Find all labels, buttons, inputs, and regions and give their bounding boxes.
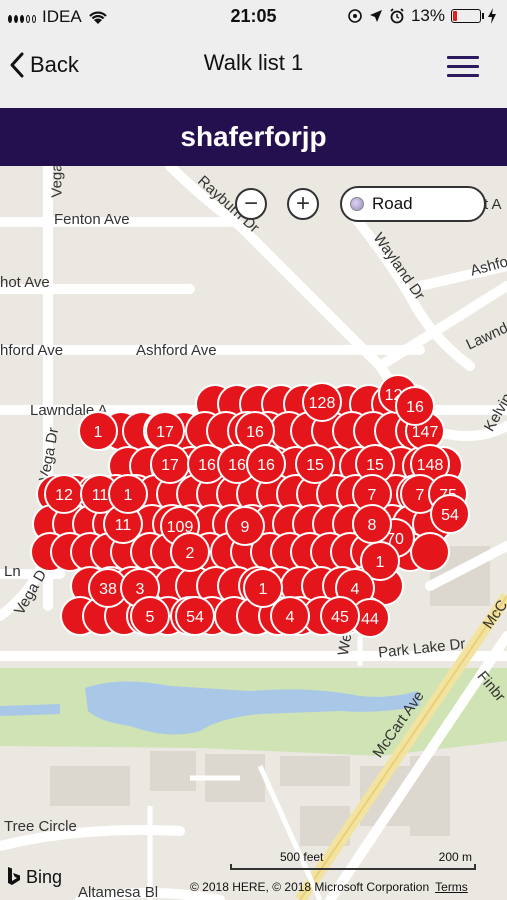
copyright-text: © 2018 HERE, © 2018 Microsoft Corporatio… — [190, 880, 430, 894]
map-pin-label: 4 — [286, 609, 295, 626]
map-pin-label: 16 — [246, 424, 264, 441]
map-pin-4[interactable]: 4 — [270, 596, 310, 636]
map-pin-16[interactable]: 16 — [246, 444, 286, 484]
bing-icon — [8, 867, 20, 885]
map-style-select[interactable]: Road — [340, 186, 486, 222]
map-pin-label: 128 — [309, 395, 336, 412]
map-pin-label: 11 — [92, 487, 109, 504]
battery-level — [453, 11, 457, 21]
map-copyright: © 2018 HERE, © 2018 Microsoft Corporatio… — [190, 880, 468, 894]
map-pin-label: 44 — [361, 611, 379, 628]
map-view[interactable]: Fenton Ave Rayburn Dr Wayland Dr hot Ave… — [0, 166, 507, 900]
zoom-out-button[interactable]: − — [235, 188, 267, 220]
map-pin-label: 7 — [368, 487, 377, 504]
map-pin-label: 7 — [416, 487, 425, 504]
map-pin-54[interactable]: 54 — [175, 596, 215, 636]
map-pin-17[interactable]: 17 — [150, 444, 190, 484]
map-pin-label: 16 — [257, 457, 275, 474]
map-pin-label: 54 — [186, 609, 204, 626]
bing-logo: Bing — [6, 866, 62, 888]
map-pin-54[interactable]: 54 — [430, 494, 470, 534]
map-pin-1[interactable]: 1 — [108, 474, 148, 514]
zoom-in-button[interactable]: + — [287, 188, 319, 220]
map-pin-128[interactable]: 128 — [302, 382, 342, 422]
hamburger-icon — [447, 56, 479, 59]
location-icon — [348, 9, 362, 23]
map-pin-45[interactable]: 45 — [320, 596, 360, 636]
map-pin-label: 9 — [241, 519, 250, 536]
scale-meters: 200 m — [438, 850, 472, 864]
map-pin-label: 147 — [412, 424, 439, 441]
map-pin-label: 1 — [94, 424, 103, 441]
map-pin-9[interactable]: 9 — [225, 506, 265, 546]
phone-screen: IDEA 21:05 13% Back Walk list 1 shaferfo… — [0, 0, 507, 900]
map-pin-label: 15 — [366, 457, 384, 474]
scale-bar — [230, 864, 476, 870]
map-pin-label: 11 — [115, 517, 132, 534]
map-pin-label: 15 — [306, 457, 324, 474]
map-pin-label: 16 — [198, 457, 216, 474]
status-right: 13% — [347, 6, 497, 26]
page-title: Walk list 1 — [203, 50, 304, 75]
map-pin-16[interactable]: 16 — [395, 386, 435, 426]
map-scale: 500 feet 200 m — [230, 850, 476, 870]
map-pin-label: 2 — [186, 545, 195, 562]
map-style-value: Road — [372, 194, 413, 213]
map-pin[interactable] — [410, 532, 450, 572]
navigation-icon — [369, 10, 382, 22]
map-pin-label: 1 — [124, 487, 133, 504]
map-pin-1[interactable]: 1 — [78, 411, 118, 451]
map-pin-5[interactable]: 5 — [130, 596, 170, 636]
map-pin-1[interactable]: 1 — [243, 568, 283, 608]
terms-link[interactable]: Terms — [435, 880, 468, 894]
map-pin-label: 45 — [331, 609, 349, 626]
map-pin-label: 38 — [99, 581, 117, 598]
bing-label: Bing — [26, 866, 63, 887]
status-bar: IDEA 21:05 13% — [0, 0, 507, 32]
map-pin-17[interactable]: 17 — [145, 411, 185, 451]
map-pin-label: 4 — [351, 581, 360, 598]
map-pin-12[interactable]: 12 — [44, 474, 84, 514]
map-pin-label: 16 — [406, 399, 424, 416]
alarm-icon — [390, 8, 404, 24]
scale-feet: 500 feet — [280, 850, 324, 864]
map-pin-label: 16 — [228, 457, 246, 474]
map-pin-2[interactable]: 2 — [170, 532, 210, 572]
map-pin-8[interactable]: 8 — [352, 504, 392, 544]
map-pin-label: 5 — [146, 609, 155, 626]
map-pin-label: 3 — [136, 581, 145, 598]
map-pin-label: 12 — [55, 487, 73, 504]
menu-button[interactable] — [447, 56, 479, 78]
map-pin-15[interactable]: 15 — [295, 444, 335, 484]
map-pin-label: 17 — [161, 457, 179, 474]
charging-icon — [488, 8, 496, 24]
map-pin-label: 1 — [259, 581, 268, 598]
map-pin-label: 54 — [441, 507, 459, 524]
plus-icon: + — [295, 190, 310, 217]
campaign-banner: shaferforjp — [0, 108, 507, 166]
map-pin-label: 8 — [368, 517, 377, 534]
battery-percent: 13% — [410, 6, 445, 25]
map-pin-label: 1 — [376, 554, 385, 571]
map-pin-label: 148 — [417, 457, 444, 474]
map-pin-label: 17 — [156, 424, 174, 441]
battery-icon — [451, 9, 484, 23]
walk-list-pins: 1261281471481217171616161615151099777570… — [30, 374, 470, 638]
globe-icon — [350, 197, 364, 211]
minus-icon: − — [243, 190, 258, 217]
navigation-bar: Back Walk list 1 — [0, 32, 507, 108]
